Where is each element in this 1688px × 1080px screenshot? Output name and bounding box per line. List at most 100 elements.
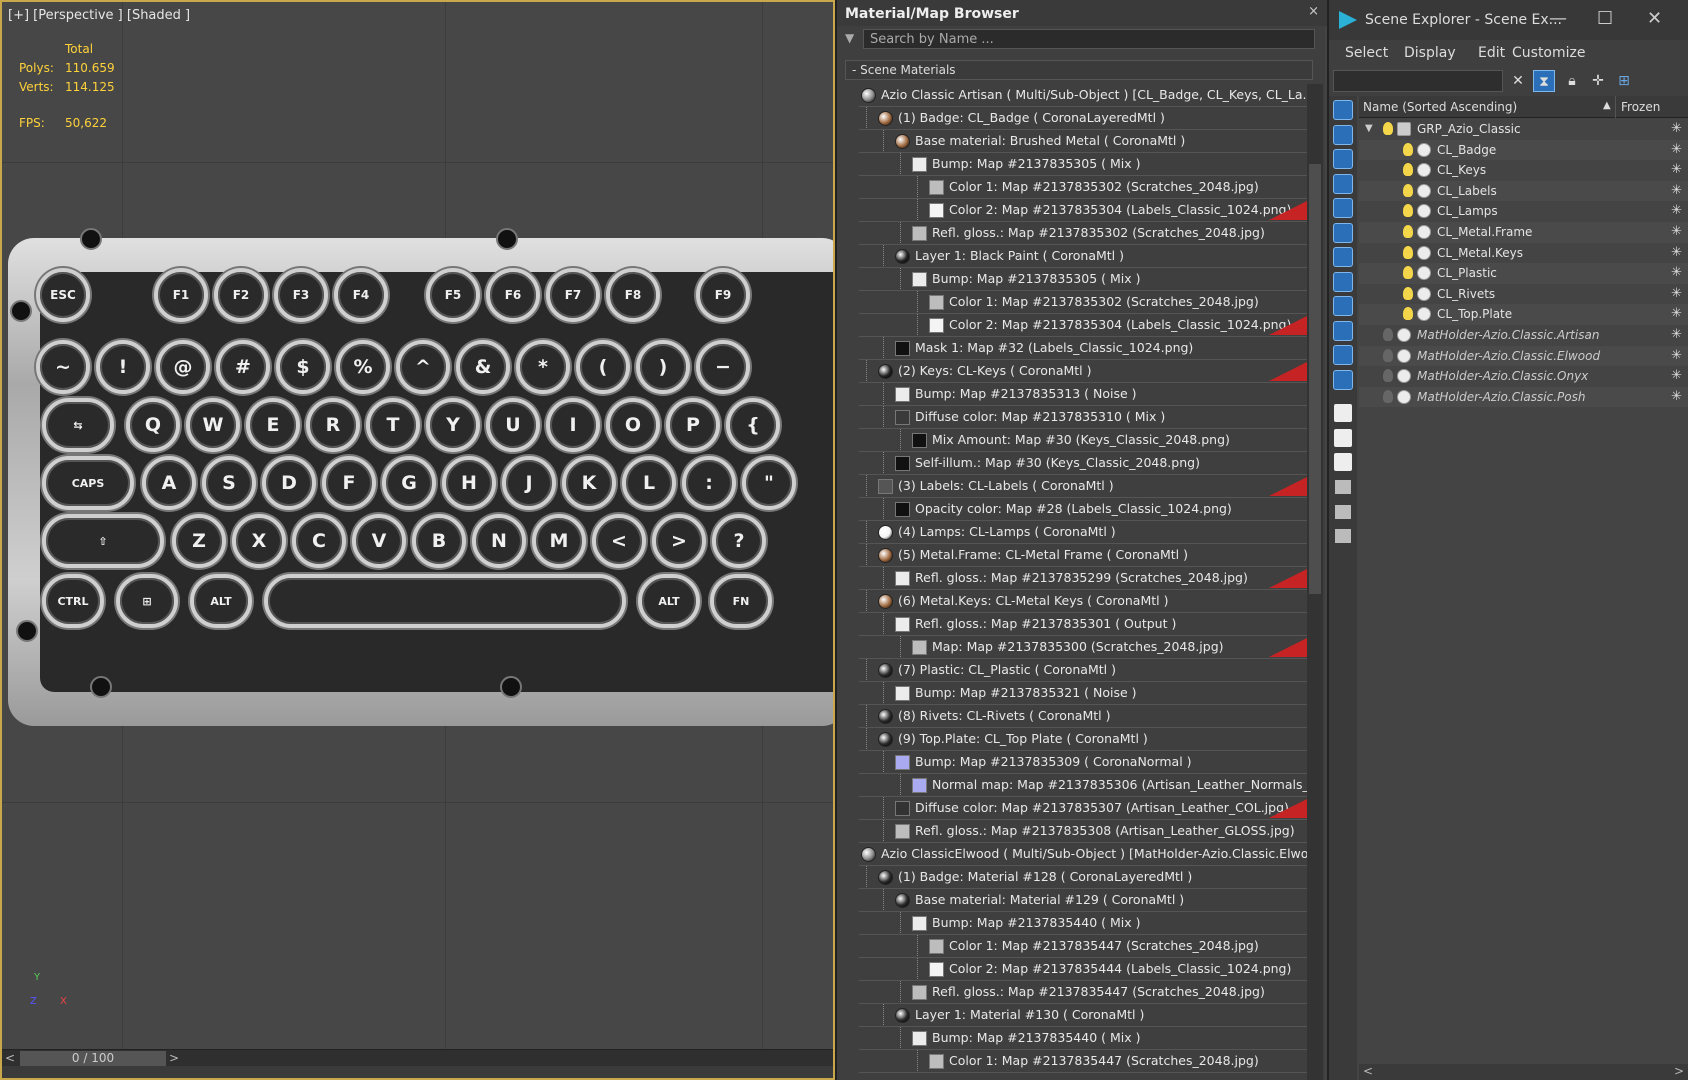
material-tree-row[interactable]: Azio Classic Artisan ( Multi/Sub-Object …	[859, 84, 1307, 107]
close-icon[interactable]: ✕	[1647, 8, 1662, 29]
material-tree-scrollbar[interactable]	[1307, 84, 1323, 1080]
timeline-prev-button[interactable]: <	[2, 1050, 18, 1067]
scene-materials-section-header[interactable]: - Scene Materials	[845, 60, 1313, 80]
filter-options-icon[interactable]	[1335, 504, 1351, 519]
scene-object-row[interactable]: ▼ GRP_Azio_Classic ✳	[1359, 119, 1688, 140]
scroll-left-icon[interactable]: <	[1363, 1064, 1373, 1078]
material-search-input[interactable]: Search by Name ...	[863, 29, 1315, 49]
timeline-next-button[interactable]: >	[166, 1050, 182, 1067]
expand-chevron-icon[interactable]: ▼	[1365, 119, 1373, 139]
material-tree-row[interactable]: Bump: Map #2137835313 ( Noise )	[859, 383, 1307, 406]
material-tree-row[interactable]: Color 2: Map #2137835304 (Labels_Classic…	[859, 314, 1307, 337]
visibility-bulb-icon[interactable]	[1383, 327, 1393, 341]
material-tree-row[interactable]: Diffuse color: Map #2137835307 (Artisan_…	[859, 797, 1307, 820]
scene-object-row[interactable]: MatHolder-Azio.Classic.Artisan ✳	[1359, 325, 1688, 346]
display-none-icon[interactable]	[1334, 428, 1352, 447]
maximize-icon[interactable]: ☐	[1597, 8, 1613, 29]
visibility-bulb-icon[interactable]	[1403, 245, 1413, 259]
scene-object-row[interactable]: MatHolder-Azio.Classic.Onyx ✳	[1359, 366, 1688, 387]
select-children-icon[interactable]: ⊞	[1613, 70, 1635, 92]
material-tree-row[interactable]: Color 1: Map #2137835302 (Scratches_2048…	[859, 176, 1307, 199]
group-filter-icon[interactable]	[1333, 247, 1353, 267]
material-tree-row[interactable]: (1) Badge: Material #128 ( CoronaLayered…	[859, 866, 1307, 889]
frozen-toggle-icon[interactable]: ✳	[1671, 263, 1682, 283]
perspective-viewport[interactable]: [+] [Perspective ] [Shaded ] Total Polys…	[0, 0, 835, 1080]
material-tree-row[interactable]: Refl. gloss.: Map #2137835299 (Scratches…	[859, 567, 1307, 590]
horizontal-scrollbar[interactable]: < >	[1359, 1064, 1688, 1080]
menu-display[interactable]: Display	[1404, 45, 1456, 61]
material-tree-row[interactable]: Mix Amount: Map #30 (Keys_Classic_2048.p…	[859, 429, 1307, 452]
frozen-toggle-icon[interactable]: ✳	[1671, 181, 1682, 201]
invert-display-icon[interactable]	[1334, 453, 1352, 471]
scene-object-row[interactable]: CL_Plastic ✳	[1359, 263, 1688, 284]
material-tree-row[interactable]: Bump: Map #2137835321 ( Noise )	[859, 682, 1307, 705]
select-add-icon[interactable]: ✛	[1587, 70, 1609, 92]
frozen-filter-icon[interactable]	[1333, 345, 1353, 365]
spacewarp-filter-icon[interactable]	[1333, 222, 1353, 243]
shape-filter-icon[interactable]	[1333, 124, 1353, 145]
scene-object-row[interactable]: CL_Top.Plate ✳	[1359, 304, 1688, 325]
visibility-bulb-icon[interactable]	[1403, 183, 1413, 197]
material-tree-row[interactable]: Normal map: Map #2137835306 (Artisan_Lea…	[859, 774, 1307, 797]
scene-object-row[interactable]: CL_Rivets ✳	[1359, 284, 1688, 305]
visibility-bulb-icon[interactable]	[1403, 224, 1413, 238]
menu-customize[interactable]: Customize	[1512, 45, 1586, 61]
column-name-header[interactable]: Name (Sorted Ascending)	[1363, 100, 1517, 114]
scene-object-row[interactable]: CL_Lamps ✳	[1359, 201, 1688, 222]
scene-object-row[interactable]: CL_Keys ✳	[1359, 160, 1688, 181]
material-tree-row[interactable]: (9) Top.Plate: CL_Top Plate ( CoronaMtl …	[859, 728, 1307, 751]
material-tree-row[interactable]: Refl. gloss.: Map #2137835302 (Scratches…	[859, 222, 1307, 245]
scroll-right-icon[interactable]: >	[1674, 1064, 1684, 1078]
lock-icon[interactable]: 🔒︎	[1561, 70, 1583, 92]
material-tree-row[interactable]: Refl. gloss.: Map #2137835308 (Artisan_L…	[859, 820, 1307, 843]
material-tree-row[interactable]: Color 2: Map #2137835304 (Labels_Classic…	[859, 199, 1307, 222]
scene-object-row[interactable]: CL_Metal.Keys ✳	[1359, 243, 1688, 264]
visibility-bulb-icon[interactable]	[1403, 286, 1413, 300]
filter-icon[interactable]	[1335, 480, 1351, 494]
scene-object-row[interactable]: MatHolder-Azio.Classic.Elwood ✳	[1359, 345, 1688, 367]
hourglass-filter-icon[interactable]: ⧗	[1533, 70, 1555, 92]
scene-object-row[interactable]: MatHolder-Azio.Classic.Posh ✳	[1359, 386, 1688, 408]
frozen-toggle-icon[interactable]: ✳	[1671, 119, 1682, 139]
visibility-bulb-icon[interactable]	[1403, 163, 1413, 177]
menu-select[interactable]: Select	[1345, 45, 1388, 61]
visibility-bulb-icon[interactable]	[1383, 389, 1393, 403]
light-filter-icon[interactable]	[1333, 149, 1353, 169]
menu-edit[interactable]: Edit	[1478, 45, 1505, 61]
filter-dropdown-icon[interactable]: ▼	[845, 31, 854, 45]
material-tree-row[interactable]: (4) Lamps: CL-Lamps ( CoronaMtl )	[859, 521, 1307, 544]
material-tree-row[interactable]: Bump: Map #2137835305 ( Mix )	[859, 268, 1307, 291]
material-tree-row[interactable]: (8) Rivets: CL-Rivets ( CoronaMtl )	[859, 705, 1307, 728]
material-tree-row[interactable]: Layer 1: Material #130 ( CoronaMtl )	[859, 1004, 1307, 1027]
material-tree-row[interactable]: Color 2: Map #2137835444 (Labels_Classic…	[859, 958, 1307, 981]
material-tree-row[interactable]: Layer 1: Black Paint ( CoronaMtl )	[859, 245, 1307, 268]
scene-object-row[interactable]: CL_Badge ✳	[1359, 139, 1688, 161]
close-icon[interactable]: ×	[1308, 4, 1319, 19]
material-tree-row[interactable]: Azio ClassicElwood ( Multi/Sub-Object ) …	[859, 843, 1307, 866]
container-filter-icon[interactable]	[1333, 320, 1353, 341]
material-tree-row[interactable]: Color 1: Map #2137835447 (Scratches_2048…	[859, 1050, 1307, 1073]
frozen-toggle-icon[interactable]: ✳	[1671, 346, 1682, 366]
frozen-toggle-icon[interactable]: ✳	[1671, 304, 1682, 324]
layer-options-icon[interactable]	[1335, 529, 1351, 543]
material-tree-row[interactable]: Bump: Map #2137835440 ( Mix )	[859, 1027, 1307, 1050]
frozen-toggle-icon[interactable]: ✳	[1671, 387, 1682, 407]
frozen-toggle-icon[interactable]: ✳	[1671, 160, 1682, 180]
material-tree-row[interactable]: Refl. gloss.: Map #2137835447 (Scratches…	[859, 981, 1307, 1004]
hidden-filter-icon[interactable]	[1333, 369, 1353, 390]
material-tree-row[interactable]: Map: Map #2137835300 (Scratches_2048.jpg…	[859, 636, 1307, 659]
helper-filter-icon[interactable]	[1333, 198, 1353, 218]
bone-filter-icon[interactable]	[1333, 296, 1353, 316]
scene-search-input[interactable]	[1333, 70, 1503, 92]
visibility-bulb-icon[interactable]	[1383, 369, 1393, 383]
frozen-toggle-icon[interactable]: ✳	[1671, 325, 1682, 345]
scene-object-row[interactable]: CL_Metal.Frame ✳	[1359, 221, 1688, 243]
visibility-bulb-icon[interactable]	[1383, 348, 1393, 362]
frozen-toggle-icon[interactable]: ✳	[1671, 284, 1682, 304]
xref-filter-icon[interactable]	[1333, 271, 1353, 292]
material-tree-row[interactable]: Bump: Map #2137835305 ( Mix )	[859, 153, 1307, 176]
display-all-icon[interactable]	[1334, 404, 1352, 422]
visibility-bulb-icon[interactable]	[1403, 266, 1413, 280]
material-tree-row[interactable]: Refl. gloss.: Map #2137835301 ( Output )	[859, 613, 1307, 636]
material-tree-row[interactable]: Color 1: Map #2137835302 (Scratches_2048…	[859, 291, 1307, 314]
